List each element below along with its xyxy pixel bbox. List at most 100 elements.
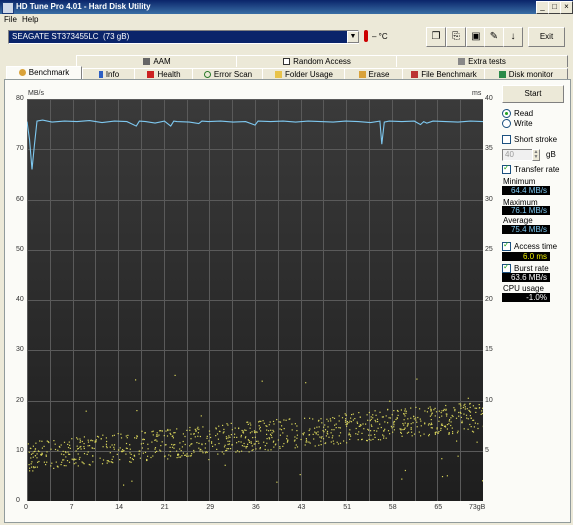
access-time-point xyxy=(408,431,410,433)
drive-select[interactable]: SEAGATE ST373455LC (73 gB) xyxy=(8,30,359,44)
short-stroke-checkbox[interactable]: Short stroke xyxy=(502,135,557,145)
access-time-point xyxy=(296,434,298,436)
access-time-point xyxy=(156,440,158,442)
transfer-rate-label: Transfer rate xyxy=(514,165,560,174)
access-time-point xyxy=(324,429,327,431)
download-icon[interactable]: ↓ xyxy=(503,27,523,47)
access-time-point xyxy=(441,476,444,478)
menu-help[interactable]: Help xyxy=(22,15,38,24)
access-time-point xyxy=(339,432,342,434)
access-time-point xyxy=(328,436,330,438)
tab-aam[interactable]: AAM xyxy=(76,55,238,67)
access-time-point xyxy=(344,419,347,422)
access-time-point xyxy=(268,424,270,426)
access-time-point xyxy=(302,433,304,435)
access-time-point xyxy=(416,426,418,428)
access-time-point xyxy=(314,445,316,447)
access-time-point xyxy=(69,453,71,455)
access-time-point xyxy=(355,427,357,430)
access-time-point xyxy=(243,442,245,445)
access-time-point xyxy=(457,430,459,432)
access-time-point xyxy=(202,426,204,428)
access-time-point xyxy=(345,423,347,426)
access-time-point xyxy=(460,416,462,418)
access-time-point xyxy=(404,422,406,424)
access-time-point xyxy=(90,440,92,442)
access-time-point xyxy=(111,444,113,446)
access-time-point xyxy=(176,457,178,459)
access-time-point xyxy=(242,431,244,433)
read-radio[interactable]: Read xyxy=(502,109,533,119)
access-time-point xyxy=(266,429,268,431)
extra-tests-icon xyxy=(458,58,466,66)
access-time-point xyxy=(255,431,257,433)
access-time-point xyxy=(455,417,458,419)
access-time-point xyxy=(365,423,367,425)
access-time-point xyxy=(106,440,108,443)
access-time-point xyxy=(253,430,255,432)
options-icon[interactable]: ✎ xyxy=(484,27,504,47)
access-time-point xyxy=(430,427,432,429)
access-time-point xyxy=(312,418,314,420)
access-time-point xyxy=(247,421,249,423)
copy-info-icon[interactable]: ❐ xyxy=(426,27,446,47)
write-radio[interactable]: Write xyxy=(502,119,533,129)
tab-disk-monitor-label: Disk monitor xyxy=(508,70,554,79)
access-time-point xyxy=(45,455,47,457)
access-time-point xyxy=(79,440,81,442)
access-time-point xyxy=(236,436,238,438)
access-time-point xyxy=(419,408,421,410)
y-left-tick-label: 80 xyxy=(16,95,24,102)
access-time-point xyxy=(204,443,207,445)
access-time-point xyxy=(390,425,392,427)
save-icon[interactable]: ▣ xyxy=(466,27,486,47)
y-left-unit: MB/s xyxy=(28,90,44,97)
access-time-point xyxy=(351,414,353,416)
access-time-point xyxy=(152,434,154,436)
access-time-point xyxy=(227,437,229,439)
transfer-rate-box xyxy=(502,163,511,175)
tab-extra-tests[interactable]: Extra tests xyxy=(396,55,568,67)
access-time-point xyxy=(259,447,261,449)
menu-file[interactable]: File xyxy=(4,15,17,24)
access-time-point xyxy=(383,435,385,437)
access-time-point xyxy=(68,461,71,463)
access-time-point xyxy=(223,446,226,448)
close-button[interactable]: × xyxy=(560,1,573,14)
transfer-rate-checkbox[interactable]: Transfer rate xyxy=(502,163,560,175)
access-time-point xyxy=(264,445,266,447)
copy-image-icon[interactable]: ⎘ xyxy=(446,27,466,47)
access-time-checkbox[interactable]: Access time xyxy=(502,240,557,252)
access-time-point xyxy=(407,424,409,426)
access-time-point xyxy=(445,408,447,410)
exit-button[interactable]: Exit xyxy=(528,27,565,47)
access-time-point xyxy=(452,432,454,435)
access-time-point xyxy=(275,443,277,445)
access-time-point xyxy=(79,456,81,459)
access-time-point xyxy=(129,444,131,446)
access-time-point xyxy=(359,424,361,426)
stepper-icon[interactable]: ▲ ▼ xyxy=(532,149,540,161)
access-time-point xyxy=(142,439,144,441)
burst-rate-checkbox[interactable]: Burst rate xyxy=(502,262,549,274)
access-time-point xyxy=(462,406,464,409)
access-time-point xyxy=(140,443,142,445)
access-time-point xyxy=(452,431,454,433)
tab-random-access[interactable]: Random Access xyxy=(236,55,398,67)
cpu-usage-label: CPU usage xyxy=(503,284,544,293)
access-time-point xyxy=(43,461,45,463)
access-time-point xyxy=(438,416,441,418)
chevron-down-icon[interactable]: ▼ xyxy=(347,31,359,43)
start-button[interactable]: Start xyxy=(502,85,564,103)
access-time-point xyxy=(189,426,191,429)
access-time-point xyxy=(177,453,179,455)
access-time-point xyxy=(387,409,389,411)
access-time-point xyxy=(393,426,395,428)
access-time-point xyxy=(225,450,227,452)
access-time-point xyxy=(135,437,138,439)
tab-benchmark[interactable]: Benchmark xyxy=(6,66,82,80)
access-time-point xyxy=(358,431,360,433)
access-time-point xyxy=(77,438,79,440)
access-time-point xyxy=(461,422,463,424)
access-time-point xyxy=(393,410,395,412)
